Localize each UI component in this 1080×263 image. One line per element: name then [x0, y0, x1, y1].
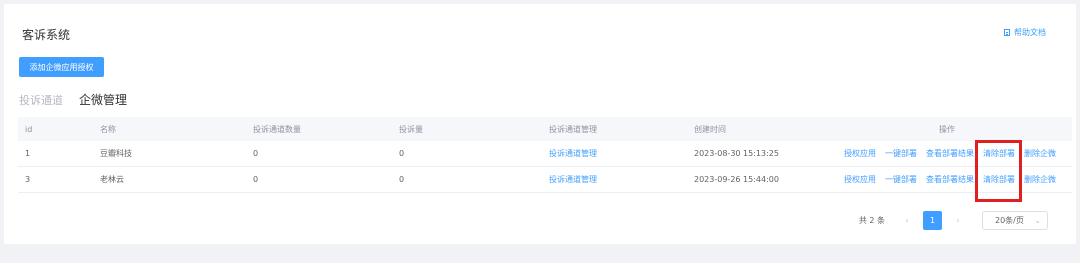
channel-manage-link[interactable]: 投诉通道管理 — [549, 148, 694, 159]
cell-name: 老林云 — [100, 175, 124, 184]
cell-created-at: 2023-09-26 15:44:00 — [694, 175, 779, 184]
cell-channel-count: 0 — [253, 149, 259, 158]
wecom-table: id 名称 投诉通道数量 投诉量 投诉通道管理 创建时间 操作 1 豆瓣科技 0… — [18, 117, 1072, 193]
pagination-total: 共 2 条 — [858, 215, 885, 225]
cell-complaint-count: 0 — [399, 175, 405, 184]
col-header-name: 名称 — [100, 124, 116, 134]
table-row: 3 老林云 0 0 投诉通道管理 2023-09-26 15:44:00 授权应… — [18, 167, 1072, 193]
highlight-box — [975, 140, 1022, 202]
tab-wecom-manage[interactable]: 企微管理 — [79, 91, 127, 108]
cell-name: 豆瓣科技 — [100, 149, 132, 158]
next-page-icon[interactable]: › — [952, 216, 964, 225]
authorize-app-link[interactable]: 授权应用 — [844, 174, 876, 185]
help-doc-link[interactable]: 帮助文档 — [1004, 27, 1046, 38]
one-click-deploy-link[interactable]: 一键部署 — [885, 174, 917, 185]
channel-manage-link[interactable]: 投诉通道管理 — [549, 174, 694, 185]
row-actions: 授权应用 一键部署 查看部署结果 清除部署 删除企微 — [844, 148, 1072, 159]
cell-id: 1 — [25, 149, 31, 158]
cell-id: 3 — [25, 175, 31, 184]
prev-page-icon[interactable]: ‹ — [901, 216, 913, 225]
cell-created-at: 2023-08-30 15:13:25 — [694, 149, 779, 158]
table-row: 1 豆瓣科技 0 0 投诉通道管理 2023-08-30 15:13:25 授权… — [18, 141, 1072, 167]
cell-complaint-count: 0 — [399, 149, 405, 158]
page-size-select[interactable]: 20条/页 ⌄ — [982, 210, 1048, 230]
tab-bar: 投诉通道 企微管理 — [19, 91, 143, 108]
add-wecom-auth-button[interactable]: 添加企微应用授权 — [19, 57, 104, 77]
tab-complaint-channel[interactable]: 投诉通道 — [19, 92, 63, 108]
table-header: id 名称 投诉通道数量 投诉量 投诉通道管理 创建时间 操作 — [18, 117, 1072, 141]
view-deploy-result-link[interactable]: 查看部署结果 — [926, 148, 974, 159]
delete-wecom-link[interactable]: 删除企微 — [1024, 148, 1056, 159]
col-header-id: id — [25, 124, 33, 134]
col-header-complaint-count: 投诉量 — [399, 124, 423, 134]
chevron-down-icon: ⌄ — [1034, 215, 1041, 225]
col-header-channel-count: 投诉通道数量 — [253, 124, 301, 134]
page-title: 客诉系统 — [22, 28, 71, 42]
one-click-deploy-link[interactable]: 一键部署 — [885, 148, 917, 159]
col-header-created-at: 创建时间 — [694, 124, 726, 134]
cell-channel-count: 0 — [253, 175, 259, 184]
row-actions: 授权应用 一键部署 查看部署结果 清除部署 删除企微 — [844, 174, 1072, 185]
document-icon — [1004, 29, 1010, 36]
view-deploy-result-link[interactable]: 查看部署结果 — [926, 174, 974, 185]
authorize-app-link[interactable]: 授权应用 — [844, 148, 876, 159]
page-size-value: 20条/页 — [995, 215, 1024, 225]
help-doc-label: 帮助文档 — [1014, 28, 1046, 37]
page-number-button[interactable]: 1 — [923, 210, 942, 230]
col-header-channel-manage: 投诉通道管理 — [549, 124, 597, 134]
delete-wecom-link[interactable]: 删除企微 — [1024, 174, 1056, 185]
col-header-actions: 操作 — [939, 124, 955, 134]
pagination: 共 2 条 ‹ 1 › 20条/页 ⌄ — [859, 210, 1048, 230]
